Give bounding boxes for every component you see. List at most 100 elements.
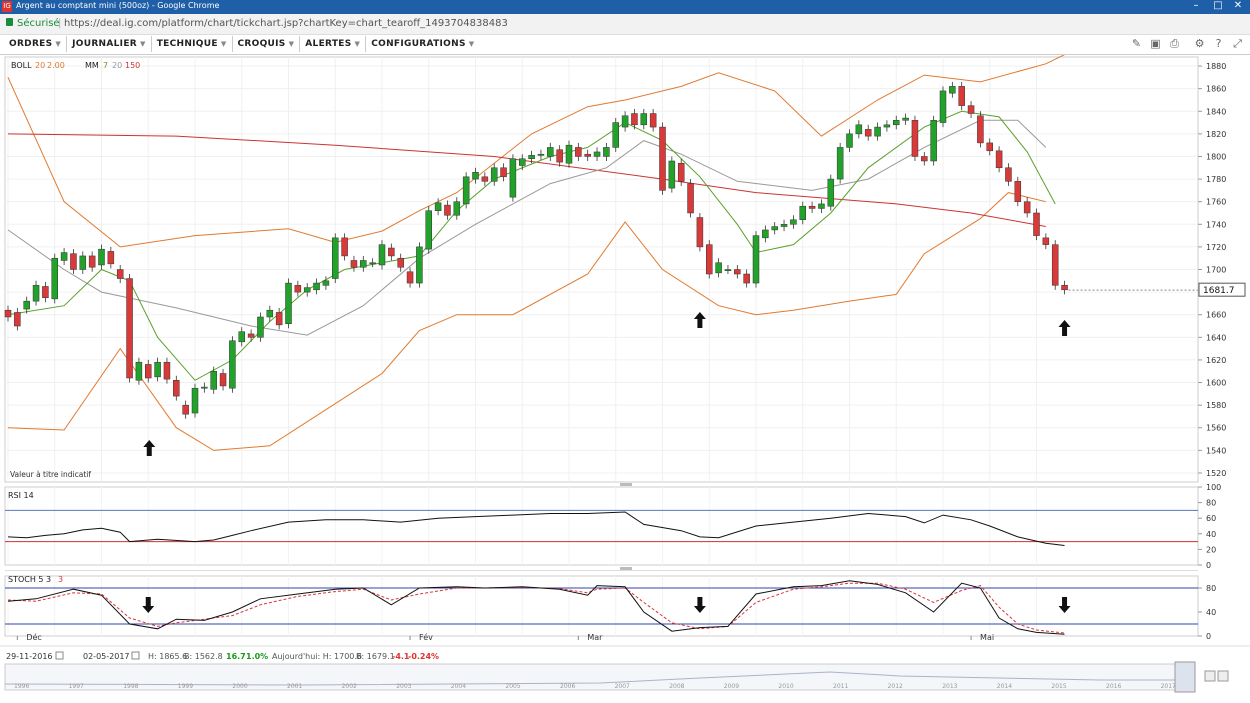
print-icon[interactable]: ⎙ — [1168, 37, 1181, 50]
mm20-period: 20 — [112, 61, 122, 70]
navigator-year: 2010 — [778, 683, 793, 690]
price-tick-label: 1520 — [1206, 469, 1226, 478]
price-tick-label: 1840 — [1206, 107, 1226, 116]
candle-body — [631, 113, 638, 126]
candle-body — [509, 158, 517, 198]
minimize-icon[interactable]: – — [1186, 0, 1206, 13]
menu-journalier[interactable]: JOURNALIER ▼ — [67, 36, 152, 52]
secure-label: Sécurisé — [17, 18, 60, 29]
candle-body — [126, 278, 133, 379]
menu-label: ORDRES — [9, 39, 53, 49]
maximize-icon[interactable]: □ — [1208, 0, 1228, 13]
resize-handle-icon — [620, 483, 632, 486]
navigator-year: 2006 — [560, 683, 575, 690]
candle-body — [528, 155, 535, 159]
candle-body — [967, 105, 975, 114]
rsi-tick-label: 100 — [1206, 483, 1221, 492]
candle-body — [537, 153, 545, 156]
candle-body — [930, 120, 937, 162]
rsi-tick-label: 60 — [1206, 514, 1216, 523]
navigator-year: 2007 — [615, 683, 630, 690]
navigator-year: 1999 — [178, 683, 193, 690]
rsi-panel — [4, 486, 1199, 566]
candle-body — [191, 387, 199, 414]
candle-body — [977, 115, 984, 144]
candle-body — [14, 312, 21, 327]
price-tick-label: 1880 — [1206, 62, 1226, 71]
candle-body — [706, 244, 713, 275]
candle-body — [640, 113, 648, 126]
candle-body — [1061, 285, 1068, 291]
navigator-year: 1997 — [69, 683, 84, 690]
draw-icon[interactable]: ✎ — [1130, 37, 1143, 50]
navigator-year: 2012 — [888, 683, 903, 690]
navigator-year: 2017 — [1161, 683, 1176, 690]
candle-body — [1051, 244, 1059, 286]
address-bar[interactable]: Sécurisé | https://deal.ig.com/platform/… — [0, 14, 1250, 35]
resize-handle-icon — [620, 567, 632, 570]
stoch-label: STOCH 5 3 — [8, 575, 51, 584]
date-from: 29-11-2016 — [6, 652, 53, 661]
candle-body — [481, 176, 489, 182]
menu-label: TECHNIQUE — [156, 39, 218, 49]
price-tick-label: 1620 — [1206, 356, 1226, 365]
mm-label: MM — [85, 61, 99, 70]
candle-body — [575, 147, 582, 157]
candle-body — [322, 280, 330, 286]
month-label: Fév — [419, 632, 433, 642]
help-icon[interactable]: ? — [1212, 37, 1225, 50]
price-chart[interactable]: 1880 1860 1840 1820 1800 1780 1760 1740 1720 1700… — [0, 55, 1250, 703]
candle-body — [406, 271, 414, 284]
boll-period: 20 — [35, 61, 45, 70]
boll-label: BOLL — [11, 61, 32, 70]
candle-body — [275, 312, 283, 326]
stoch-tick-label: 0 — [1206, 632, 1211, 641]
candle-body — [1042, 237, 1050, 245]
candle-body — [724, 269, 732, 271]
candle-body — [4, 309, 12, 318]
candle-body — [593, 151, 601, 157]
navigator-year: 2009 — [724, 683, 739, 690]
candle-body — [780, 224, 788, 227]
candle-body — [584, 153, 591, 157]
candle-body — [303, 287, 311, 293]
candle-body — [986, 142, 993, 152]
stoch-tick-label: 40 — [1206, 608, 1216, 617]
candle-body — [556, 149, 563, 163]
menu-technique[interactable]: TECHNIQUE ▼ — [152, 36, 233, 52]
price-tick-label: 1580 — [1206, 401, 1226, 410]
candle-body — [565, 144, 573, 164]
rsi-tick-label: 40 — [1206, 530, 1216, 539]
menu-configurations[interactable]: CONFIGURATIONS ▼ — [366, 36, 479, 52]
settings-icon[interactable]: ⚙ — [1193, 37, 1206, 50]
url-separator: | — [58, 18, 62, 29]
month-label: Mai — [980, 633, 994, 642]
url-text[interactable]: https://deal.ig.com/platform/chart/tickc… — [64, 18, 508, 29]
candle-body — [397, 257, 404, 268]
price-tick-label: 1540 — [1206, 446, 1226, 455]
candle-body — [855, 124, 863, 135]
candle-body — [42, 286, 49, 299]
candle-body — [32, 285, 40, 302]
candle-body — [949, 86, 956, 94]
screenshot-icon[interactable]: ▣ — [1149, 37, 1162, 50]
candle-body — [51, 257, 58, 300]
candle-body — [883, 124, 891, 128]
navigator-year: 2016 — [1106, 683, 1121, 690]
navigator-year: 2000 — [232, 683, 247, 690]
navigator-year: 2014 — [997, 683, 1012, 690]
candle-body — [70, 253, 77, 270]
menu-alertes[interactable]: ALERTES ▼ — [300, 36, 367, 52]
candle-body — [668, 160, 676, 189]
menu-croquis[interactable]: CROQUIS ▼ — [233, 36, 301, 52]
candle-body — [1033, 212, 1040, 236]
candle-body — [182, 404, 189, 415]
menu-ordres[interactable]: ORDRES ▼ — [4, 36, 68, 52]
candle-body — [472, 172, 479, 180]
disclaimer-label: Valeur à titre indicatif — [10, 470, 91, 479]
candle-body — [864, 129, 872, 137]
candle-body — [874, 126, 881, 137]
expand-icon[interactable]: ⤢ — [1231, 37, 1244, 50]
candle-body — [621, 115, 629, 128]
close-icon[interactable]: ✕ — [1228, 0, 1248, 13]
